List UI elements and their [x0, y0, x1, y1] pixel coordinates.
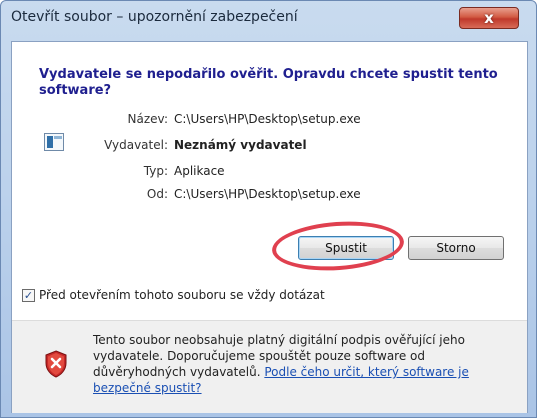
field-value-type: Aplikace — [174, 164, 225, 178]
field-name-row: Název: — [72, 112, 169, 128]
close-button[interactable]: x — [459, 7, 519, 29]
field-value-from: C:\Users\HP\Desktop\setup.exe — [174, 187, 361, 201]
field-value-publisher: Neznámý vydavatel — [174, 138, 307, 152]
dialog-body: Vydavatele se nepodařilo ověřit. Opravdu… — [12, 42, 527, 320]
checkmark-icon: ✓ — [23, 289, 34, 302]
always-ask-checkbox[interactable]: ✓ — [22, 289, 35, 302]
field-label-type: Typ: — [143, 164, 168, 178]
security-warning-shield-icon — [45, 350, 67, 378]
dialog-heading: Vydavatele se nepodařilo ověřit. Opravdu… — [39, 67, 498, 98]
field-label-name: Název: — [127, 112, 169, 126]
window-title: Otevřít soubor – upozornění zabezpečení — [11, 9, 298, 25]
title-bar[interactable]: Otevřít soubor – upozornění zabezpečení … — [1, 1, 537, 39]
warning-message: Tento soubor neobsahuje platný digitální… — [93, 332, 511, 396]
application-icon — [44, 133, 64, 151]
field-publisher-row: Vydavatel: — [72, 138, 168, 154]
always-ask-label[interactable]: Před otevřením tohoto souboru se vždy do… — [39, 288, 325, 302]
field-from-row: Od: — [72, 187, 168, 203]
cancel-button[interactable]: Storno — [408, 236, 504, 260]
field-label-publisher: Vydavatel: — [104, 138, 168, 152]
field-label-from: Od: — [146, 187, 168, 201]
field-type-row: Typ: — [72, 164, 168, 180]
close-icon: x — [484, 9, 494, 27]
field-value-name: C:\Users\HP\Desktop\setup.exe — [174, 112, 361, 126]
